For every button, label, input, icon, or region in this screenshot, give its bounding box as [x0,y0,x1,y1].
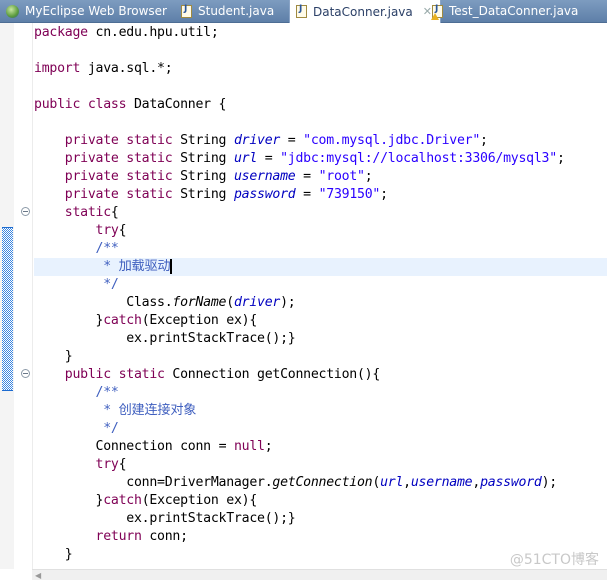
watermark: @51CTO博客 [509,552,599,568]
selection-range-marker [2,227,13,391]
java-file-warning-icon [431,4,443,20]
warning-icon [431,12,439,20]
code-line: import java.sql.*; [34,61,173,76]
text-cursor [170,258,173,274]
code-line: package cn.edu.hpu.util; [34,25,219,40]
code-line: public static Connection getConnection()… [64,367,381,382]
tab-label: MyEclipse Web Browser [25,4,167,18]
code-line: try{ [95,223,127,238]
code-line: } [64,349,73,364]
tab-student-java[interactable]: Student.java [181,0,274,22]
tab-test-dataconner-java[interactable]: Test_DataConner.java [431,0,579,22]
code-line: */ [95,421,119,436]
code-editor[interactable]: package cn.edu.hpu.util; import java.sql… [34,24,607,564]
editor-tab-bar: MyEclipse Web Browser Student.java DataC… [0,0,607,23]
code-line: static{ [64,205,119,220]
horizontal-scrollbar[interactable]: ◀ [32,569,607,580]
code-line: try{ [95,457,127,472]
java-file-icon [296,4,307,18]
tab-dataconner-java[interactable]: DataConner.java ✕ [289,0,441,23]
tab-label: Student.java [198,4,275,18]
tab-myeclipse-web-browser[interactable]: MyEclipse Web Browser [6,0,167,22]
java-file-icon [181,4,192,18]
code-line: /** [95,241,119,256]
code-line: * 创建连接对象 [95,403,197,418]
code-line: /** [95,385,119,400]
code-line: private static String driver = "com.mysq… [64,133,488,148]
collapse-fold-icon[interactable] [21,369,30,378]
code-line: Class.forName(driver); [126,295,296,310]
current-line: * 加载驱动 [34,258,607,276]
code-line: ex.printStackTrace();} [126,331,296,346]
collapse-fold-icon[interactable] [21,207,30,216]
globe-icon [6,4,19,18]
tab-label: Test_DataConner.java [449,4,579,18]
code-line: */ [95,277,119,292]
folding-gutter [14,23,33,569]
overview-ruler [0,23,14,569]
code-line: conn=DriverManager.getConnection(url,use… [126,475,557,490]
code-line: }catch(Exception ex){ [95,493,258,508]
code-line: Connection conn = null; [95,439,273,454]
code-line: return conn; [95,529,189,544]
code-line: public class DataConner { [34,97,227,112]
code-line: private static String username = "root"; [64,169,373,184]
code-line: ex.printStackTrace();} [126,511,296,526]
code-line: private static String password = "739150… [64,187,388,202]
code-line: }catch(Exception ex){ [95,313,258,328]
code-line: private static String url = "jdbc:mysql:… [64,151,565,166]
tab-label: DataConner.java [313,4,413,19]
